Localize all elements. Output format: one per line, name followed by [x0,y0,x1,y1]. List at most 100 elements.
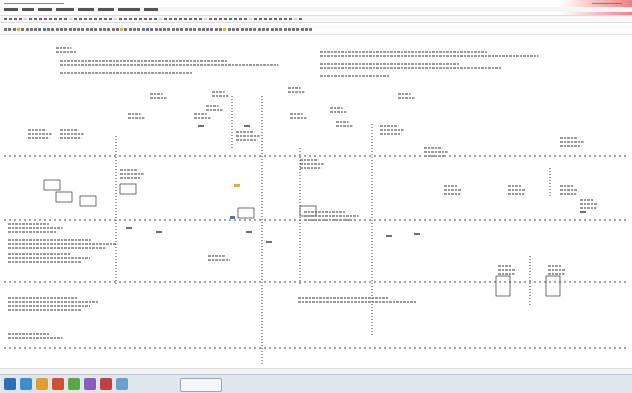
layer-tool-icon[interactable] [128,28,132,31]
save-icon[interactable] [294,18,297,20]
layer-tool-icon[interactable] [120,28,124,31]
folder-icon[interactable] [68,378,80,390]
open-icon[interactable] [249,18,252,20]
layer-tool-icon[interactable] [8,28,12,31]
layer-tool-icon[interactable] [240,28,244,31]
layer-tool-icon[interactable] [262,28,265,31]
layer-tool-icon[interactable] [201,28,205,31]
layer-tool-icon[interactable] [107,28,111,31]
layer-tool-icon[interactable] [34,28,38,31]
menu-tools[interactable] [98,8,114,11]
start-icon[interactable] [4,378,16,390]
save-icon[interactable] [14,18,17,20]
layer-icon[interactable] [274,18,277,20]
layer-tool-icon[interactable] [16,28,20,31]
zoom-icon[interactable] [184,18,187,20]
save-icon[interactable] [214,18,217,20]
layer-tool-icon[interactable] [227,28,231,31]
new-icon[interactable] [204,18,207,20]
new-icon[interactable] [84,18,87,20]
zoom-icon[interactable] [144,18,147,20]
layer-tool-icon[interactable] [292,28,296,31]
layer-tool-icon[interactable] [21,28,25,31]
layer-tool-icon[interactable] [38,28,42,31]
layer-tool-icon[interactable] [176,28,179,31]
layer-tool-icon[interactable] [154,28,158,31]
measure-icon[interactable] [39,18,42,20]
layer-tool-icon[interactable] [111,28,115,31]
zoom-icon[interactable] [224,18,227,20]
open-icon[interactable] [49,18,52,20]
menu-help[interactable] [144,8,158,11]
layer-tool-icon[interactable] [77,28,81,31]
drawing-canvas[interactable] [0,36,632,368]
pan-icon[interactable] [229,18,232,20]
new-icon[interactable] [244,18,247,20]
layer-tool-icon[interactable] [279,28,283,31]
layer-tool-icon[interactable] [249,28,253,31]
mail-icon[interactable] [52,378,64,390]
pan-icon[interactable] [189,18,192,20]
layer-tool-icon[interactable] [72,28,76,31]
print-icon[interactable] [99,18,102,20]
measure-icon[interactable] [199,18,202,20]
layer-tool-icon[interactable] [274,28,278,31]
layer-tool-icon[interactable] [124,28,128,31]
layer-tool-icon[interactable] [102,28,106,31]
cad-app-icon[interactable] [100,378,112,390]
pan-icon[interactable] [29,18,32,20]
save-icon[interactable] [94,18,97,20]
layer-tool-icon[interactable] [171,28,175,31]
layer-tool-icon[interactable] [236,28,240,31]
pan-icon[interactable] [109,18,112,20]
layer-tool-icon[interactable] [55,28,59,31]
media-icon[interactable] [84,378,96,390]
layer-tool-icon[interactable] [206,28,210,31]
layer-tool-icon[interactable] [137,28,141,31]
menu-format[interactable] [78,8,94,11]
layer-tool-icon[interactable] [64,28,68,31]
layer-tool-icon[interactable] [184,28,188,31]
print-icon[interactable] [299,18,302,20]
print-icon[interactable] [139,18,142,20]
layer-tool-icon[interactable] [133,28,136,31]
measure-icon[interactable] [119,18,122,20]
measure-icon[interactable] [239,18,242,20]
menu-window[interactable] [118,8,140,11]
layer-tool-icon[interactable] [214,28,218,31]
layer-tool-icon[interactable] [163,28,167,31]
layer-icon[interactable] [154,18,157,20]
print-icon[interactable] [59,18,62,20]
viewer-icon[interactable] [116,378,128,390]
layer-tool-icon[interactable] [47,28,50,31]
layer-tool-icon[interactable] [223,28,227,31]
layer-tool-icon[interactable] [90,28,93,31]
open-icon[interactable] [289,18,292,20]
save-icon[interactable] [254,18,257,20]
menu-view[interactable] [38,8,52,11]
layer-tool-icon[interactable] [296,28,300,31]
layer-tool-icon[interactable] [180,28,184,31]
menu-file[interactable] [4,8,18,11]
layer-tool-icon[interactable] [94,28,98,31]
measure-icon[interactable] [279,18,282,20]
layer-tool-icon[interactable] [68,28,72,31]
layer-tool-icon[interactable] [210,28,214,31]
layer-tool-icon[interactable] [257,28,261,31]
layer-icon[interactable] [194,18,197,20]
layer-tool-icon[interactable] [193,28,197,31]
print-icon[interactable] [179,18,182,20]
layer-tool-icon[interactable] [4,28,7,31]
zoom-icon[interactable] [264,18,267,20]
open-icon[interactable] [9,18,12,20]
open-icon[interactable] [209,18,212,20]
open-icon[interactable] [169,18,172,20]
pan-icon[interactable] [149,18,152,20]
measure-icon[interactable] [79,18,82,20]
save-icon[interactable] [54,18,57,20]
zoom-icon[interactable] [24,18,27,20]
layer-tool-icon[interactable] [29,28,33,31]
open-icon[interactable] [89,18,92,20]
layer-icon[interactable] [34,18,37,20]
layer-tool-icon[interactable] [305,28,308,31]
